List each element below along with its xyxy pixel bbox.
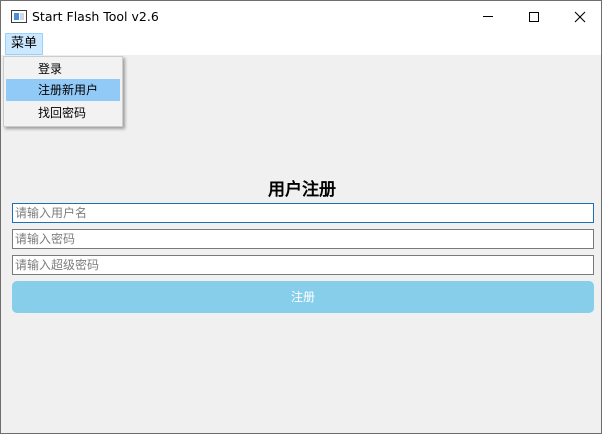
menu-item-register[interactable]: 注册新用户 bbox=[6, 79, 120, 101]
window-title: Start Flash Tool v2.6 bbox=[32, 9, 159, 24]
menu-item-login[interactable]: 登录 bbox=[6, 58, 120, 80]
password-input[interactable] bbox=[12, 229, 594, 249]
maximize-button[interactable] bbox=[511, 1, 557, 32]
close-button[interactable] bbox=[557, 1, 602, 32]
super-password-input[interactable] bbox=[12, 255, 594, 275]
menu-dropdown: 登录 注册新用户 找回密码 bbox=[3, 56, 123, 127]
app-icon bbox=[11, 10, 27, 23]
minimize-icon bbox=[483, 16, 493, 17]
menu-top-item[interactable]: 菜单 bbox=[5, 33, 43, 55]
form-title: 用户注册 bbox=[268, 180, 336, 200]
minimize-button[interactable] bbox=[465, 1, 511, 32]
register-button[interactable]: 注册 bbox=[12, 281, 594, 313]
close-icon bbox=[574, 11, 586, 22]
menu-item-recover-password[interactable]: 找回密码 bbox=[6, 102, 120, 124]
maximize-icon bbox=[529, 11, 539, 22]
menu-bar: 菜单 bbox=[1, 32, 601, 55]
username-input[interactable] bbox=[12, 203, 594, 223]
title-bar[interactable]: Start Flash Tool v2.6 bbox=[1, 1, 601, 32]
